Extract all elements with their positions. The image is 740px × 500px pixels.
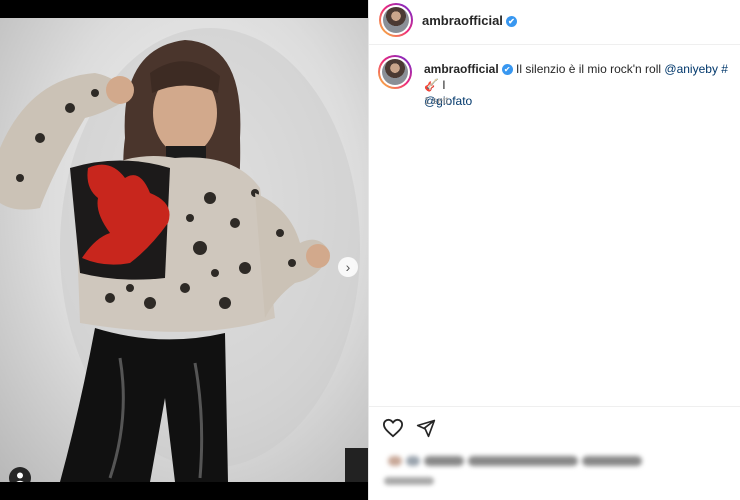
post-header: ambraofficial ✔ <box>369 0 740 45</box>
heart-icon[interactable] <box>382 418 404 438</box>
carousel-next-button[interactable]: › <box>338 257 358 277</box>
guitar-emoji: 🎸 <box>424 78 439 92</box>
chevron-right-icon: › <box>345 259 351 275</box>
verified-icon: ✔ <box>501 64 513 76</box>
avatar[interactable] <box>379 3 413 37</box>
post-caption: ambraofficial ✔ Il silenzio è il mio rock… <box>424 62 728 108</box>
caption-text: Il silenzio è il mio rock'n roll <box>516 62 662 76</box>
user-tag-icon[interactable] <box>9 467 31 482</box>
panel-divider <box>368 0 369 500</box>
likes-summary-blurred <box>388 452 648 466</box>
photo-top-bar <box>0 0 368 18</box>
verified-icon: ✔ <box>505 16 517 28</box>
caption-username[interactable]: ambraofficial <box>424 62 499 76</box>
header-username-row[interactable]: ambraofficial ✔ <box>422 13 517 28</box>
post-date-blurred <box>384 477 434 485</box>
actions-divider <box>369 406 740 407</box>
caption-avatar[interactable] <box>378 55 412 89</box>
woman-in-leopard-sweater-image <box>0 28 368 482</box>
share-icon[interactable] <box>416 418 436 438</box>
photo-bottom-bar <box>0 482 368 500</box>
hashtag-link[interactable]: # <box>721 62 728 76</box>
mention-link[interactable]: @aniyeby <box>664 62 718 76</box>
header-username[interactable]: ambraofficial <box>422 13 503 28</box>
post-timestamp[interactable]: 1 sett. <box>424 96 451 107</box>
post-photo[interactable]: › <box>0 18 368 482</box>
